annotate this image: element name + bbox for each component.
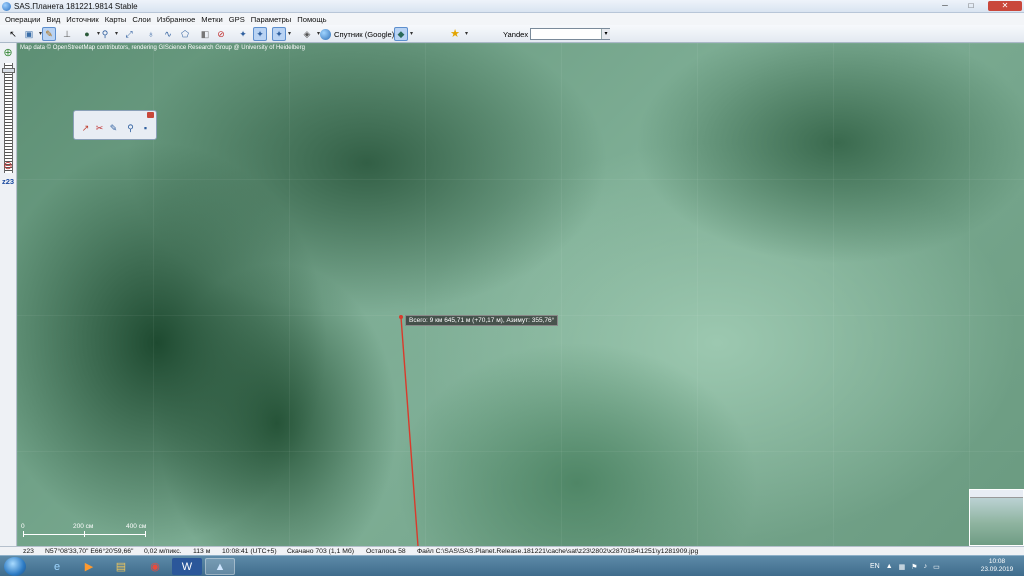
system-tray: EN ▲ ▦ ⚑ ♪ ▭ (870, 559, 940, 574)
map-type-label: Спутник (Google) (334, 29, 395, 39)
status-remaining: Осталось 58 (366, 548, 406, 555)
measure-line (400, 316, 419, 546)
measure-tool-window: ↗ ✂ ✎ ⚲ ▪ (73, 110, 157, 140)
zoom-slider-thumb[interactable] (2, 68, 15, 73)
menu-source[interactable]: Источник (66, 15, 98, 24)
save-icon[interactable]: ▪ (140, 123, 151, 134)
mini-map-toolbar[interactable] (970, 490, 1023, 498)
status-coords: N57°08'33,70" E66°20'59,66" (45, 548, 134, 555)
title-bar: SAS.Планета 181221.9814 Stable ─ □ ✕ (0, 0, 1024, 13)
word-icon[interactable]: W (172, 558, 202, 575)
zoom-path-icon[interactable]: ⚲ (125, 123, 136, 134)
menu-favorites[interactable]: Избранное (157, 15, 195, 24)
placemark-icon[interactable]: ♁ (144, 27, 158, 41)
measure-label: Всего: 9 км 645,71 м (+70,17 м), Азимут:… (405, 315, 559, 326)
menu-layers[interactable]: Слои (132, 15, 150, 24)
maximize-button[interactable]: □ (960, 1, 982, 11)
clock-time: 10:08 (988, 558, 1006, 565)
sas-planet-icon[interactable]: ▲ (205, 558, 235, 575)
flag-icon[interactable]: ⚑ (911, 563, 917, 571)
satellite-globe-icon (320, 28, 331, 40)
zoom-level-label: z23 (2, 177, 15, 186)
marks-icon[interactable]: ◧ (198, 27, 212, 41)
status-bar: z23 N57°08'33,70" E66°20'59,66" 0,02 м/п… (0, 546, 1024, 555)
menu-maps[interactable]: Карты (105, 15, 127, 24)
scale-bar: 0 200 см 400 см (21, 523, 149, 543)
search-provider-label[interactable]: Yandex (503, 30, 528, 39)
scissors-icon[interactable]: ✂ (94, 123, 105, 134)
menu-operations[interactable]: Операции (5, 15, 41, 24)
measure-start-point[interactable] (399, 315, 403, 319)
battery-icon[interactable]: ▭ (933, 563, 940, 571)
map-move-icon[interactable]: ▣ (22, 27, 42, 41)
scale-label-200: 200 см (73, 523, 94, 530)
app-icon (2, 2, 11, 11)
taskbar: e ▶ ▤ ◉ W ▲ EN ▲ ▦ ⚑ ♪ ▭ 10:08 23.09.201… (0, 555, 1024, 576)
menu-gps[interactable]: GPS (229, 15, 245, 24)
search-input[interactable] (530, 28, 610, 40)
minimize-button[interactable]: ─ (934, 1, 956, 11)
stop-icon[interactable]: ⊘ (214, 27, 228, 41)
ruler-icon[interactable]: ✎ (42, 27, 56, 41)
favorites-star-icon[interactable]: ★ (448, 27, 468, 41)
layer-visibility-icon[interactable]: ◆ (394, 27, 413, 41)
status-altitude: 113 м (193, 548, 211, 555)
status-resolution: 0,02 м/пикс. (144, 548, 182, 555)
zoom-icon[interactable]: ⚲ (98, 27, 118, 41)
map-type-selector[interactable]: Спутник (Google) ▾ (320, 28, 400, 40)
gps-icon[interactable]: ✦ (236, 27, 250, 41)
ie-icon[interactable]: e (42, 558, 72, 575)
menu-help[interactable]: Помощь (297, 15, 326, 24)
close-button[interactable]: ✕ (988, 1, 1022, 11)
language-indicator[interactable]: EN (870, 563, 880, 570)
layers-icon[interactable]: ◈ (300, 27, 320, 41)
speaker-icon[interactable]: ♪ (924, 563, 928, 570)
draw-line-icon[interactable]: ↗ (80, 123, 91, 134)
clock[interactable]: 10:08 23.09.2019 (976, 558, 1018, 574)
map-view[interactable]: Map data © OpenStreetMap contributors, r… (17, 43, 1024, 546)
file-explorer-icon[interactable]: ▤ (106, 558, 136, 575)
scale-tick (23, 531, 24, 537)
menu-view[interactable]: Вид (47, 15, 61, 24)
window-title: SAS.Планета 181221.9814 Stable (14, 2, 138, 11)
measure-path (399, 315, 419, 546)
gps-center-icon[interactable]: ✦ (272, 27, 291, 41)
clock-date: 23.09.2019 (980, 566, 1014, 573)
zoom-in-icon[interactable]: ⊕ (2, 47, 14, 59)
search-dropdown-button[interactable]: ▾ (601, 29, 610, 39)
chrome-icon[interactable]: ◉ (140, 558, 170, 575)
status-downloaded: Скачано 703 (1,1 Мб) (287, 548, 355, 555)
menu-marks[interactable]: Метки (201, 15, 222, 24)
edit-path-icon[interactable]: ✎ (108, 123, 119, 134)
scale-label-400: 400 см (126, 523, 147, 530)
zoom-panel: ⊕ ⊖ z23 (0, 43, 17, 546)
polygon-icon[interactable]: ⬠ (178, 27, 192, 41)
tool-window-close-button[interactable] (147, 112, 154, 118)
fullscreen-icon[interactable]: ⤢ (122, 27, 136, 41)
menu-bar: Операции Вид Источник Карты Слои Избранн… (0, 13, 1024, 25)
path-icon[interactable]: ∿ (161, 27, 175, 41)
status-zoom: z23 (23, 548, 34, 555)
network-icon[interactable]: ▦ (899, 563, 906, 571)
pointer-icon[interactable]: ↖ (6, 27, 20, 41)
scale-tick (84, 531, 85, 537)
media-player-icon[interactable]: ▶ (74, 558, 104, 575)
scale-tool-icon[interactable]: ⊥ (60, 27, 74, 41)
globe-icon[interactable]: ● (80, 27, 100, 41)
gps-track-icon[interactable]: ✦ (253, 27, 267, 41)
status-file-path: Файл C:\SAS\SAS.Planet.Release.181221\ca… (417, 548, 699, 555)
zoom-out-icon[interactable]: ⊖ (2, 160, 14, 172)
scale-tick (145, 531, 146, 537)
mini-map[interactable] (969, 489, 1024, 546)
start-button[interactable] (4, 557, 26, 576)
tray-arrow-icon[interactable]: ▲ (886, 563, 893, 570)
status-time: 10:08:41 (UTC+5) (222, 548, 277, 555)
scale-label-0: 0 (21, 523, 25, 530)
menu-settings[interactable]: Параметры (251, 15, 291, 24)
zoom-slider[interactable] (4, 63, 13, 173)
toolbar: ↖ ▣ ✎ ⊥ ● ⚲ ⤢ ♁ ∿ ⬠ ◧ ⊘ ✦ ✦ ✦ ◈ Спутник … (0, 25, 1024, 43)
